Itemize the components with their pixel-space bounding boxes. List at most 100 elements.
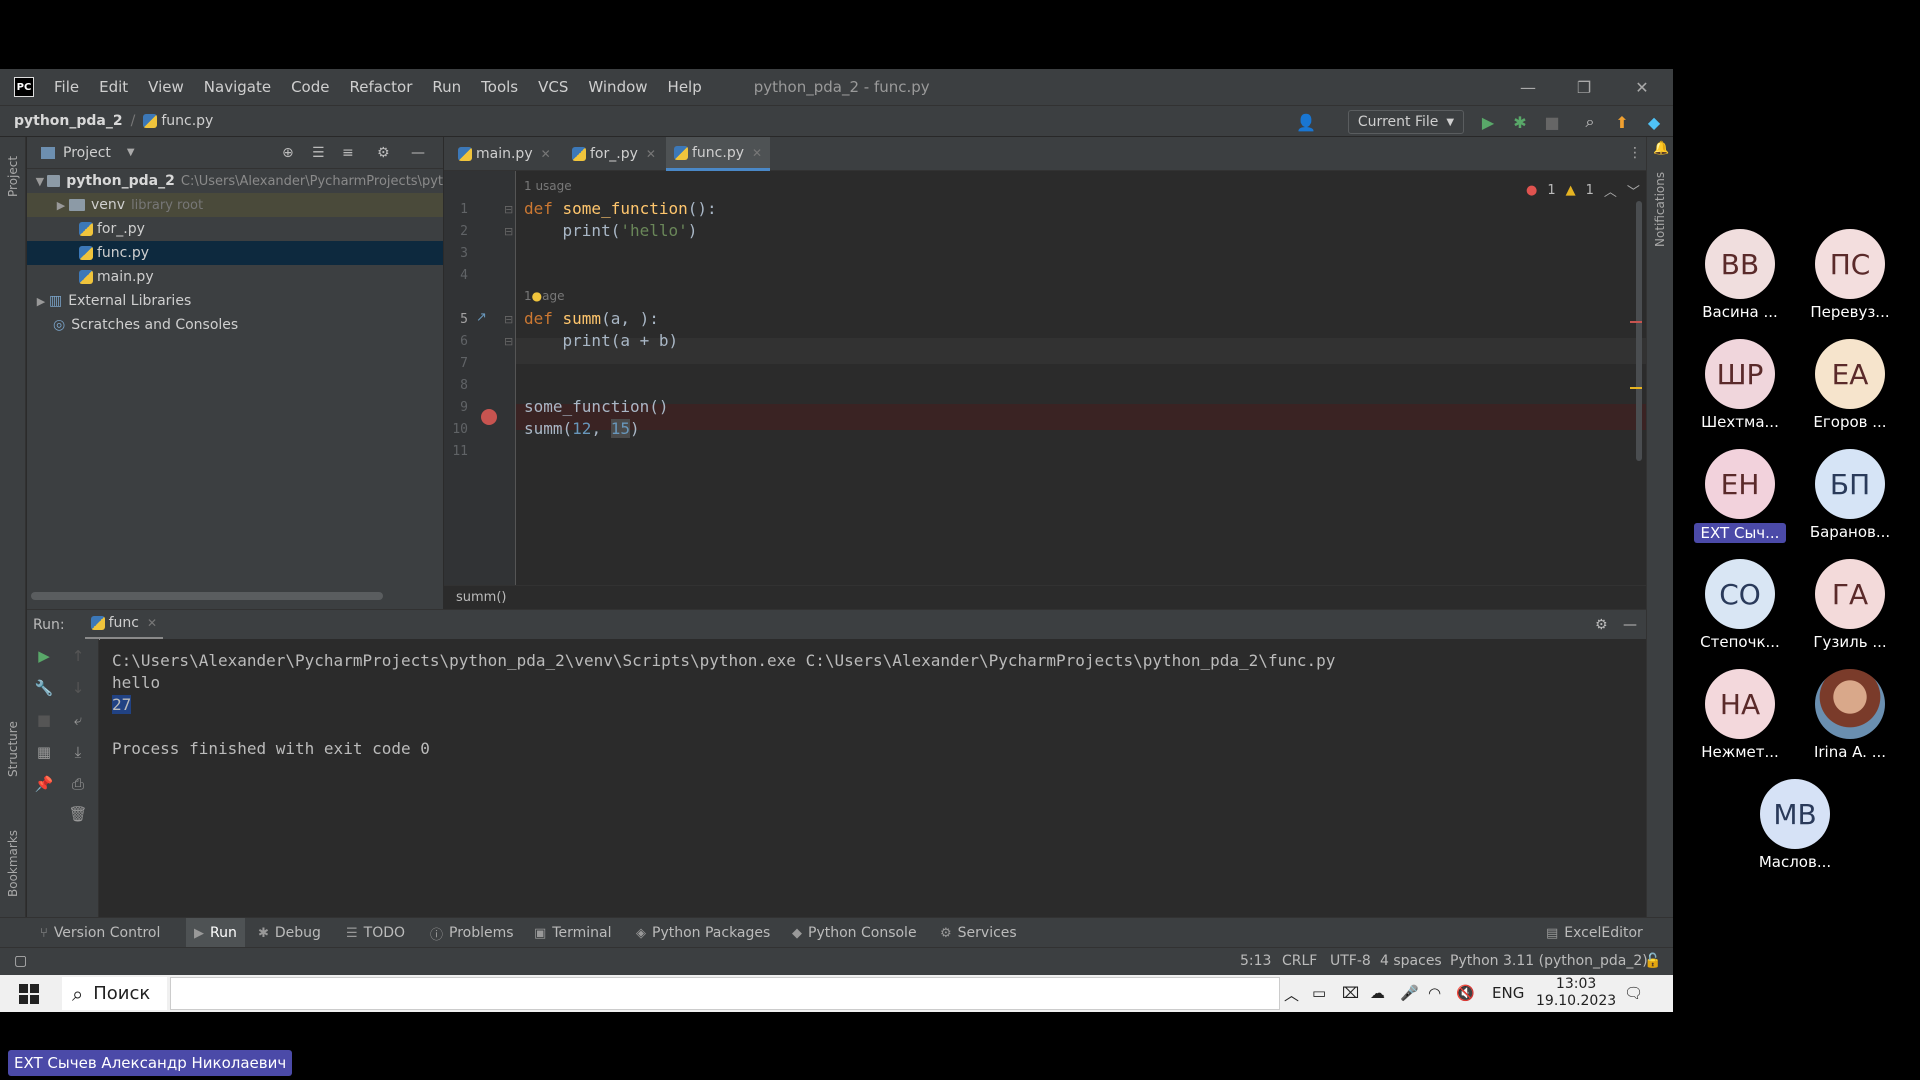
close-button[interactable]: ✕	[1614, 69, 1670, 105]
minimize-button[interactable]: —	[1500, 69, 1556, 105]
trash-icon[interactable]: 🗑	[68, 805, 87, 823]
gear-icon[interactable]: ⚙	[1595, 617, 1608, 633]
scroll-up-icon[interactable]: ↑	[69, 647, 87, 665]
plugin-icon[interactable]: ◆	[1644, 112, 1664, 132]
menu-code[interactable]: Code	[291, 78, 329, 96]
hide-panel-icon[interactable]: —	[411, 145, 425, 161]
run-icon[interactable]: ▶	[1478, 112, 1498, 132]
run-console-output[interactable]: C:\Users\Alexander\PycharmProjects\pytho…	[100, 639, 1646, 917]
scroll-to-end-icon[interactable]: ⤓	[69, 743, 87, 761]
speaker-muted-icon[interactable]: 🔇	[1456, 984, 1475, 1002]
participant-tile[interactable]: МВ Маслов...	[1747, 779, 1843, 871]
stop-icon[interactable]: ■	[1542, 112, 1562, 132]
menu-help[interactable]: Help	[668, 78, 702, 96]
editor-breadcrumb[interactable]: summ()	[444, 585, 1646, 609]
taskbar-search-input[interactable]	[170, 977, 1280, 1010]
stop-icon[interactable]: ■	[35, 711, 53, 729]
locate-icon[interactable]: ⊕	[282, 145, 294, 161]
participant-tile[interactable]: БП Баранов...	[1802, 449, 1898, 541]
usage-hint[interactable]: 1 usage	[524, 179, 572, 193]
tab-func-py[interactable]: func.py ✕	[666, 137, 771, 171]
fold-icon[interactable]: ⊟	[504, 313, 513, 326]
debug-icon[interactable]: ✱	[1510, 112, 1530, 132]
expand-all-icon[interactable]: ☰	[312, 145, 325, 161]
print-icon[interactable]: ⎙	[69, 775, 87, 793]
update-icon[interactable]: ⬆	[1612, 112, 1632, 132]
fold-icon[interactable]: ⊟	[504, 225, 513, 238]
tree-item-func-py[interactable]: func.py	[27, 241, 443, 265]
rerun-icon[interactable]: ▶	[35, 647, 53, 665]
project-tool-tab[interactable]: Project	[6, 156, 20, 197]
pin-icon[interactable]: 📌	[35, 775, 54, 793]
menu-run[interactable]: Run	[432, 78, 461, 96]
menu-view[interactable]: View	[148, 78, 184, 96]
soft-wrap-icon[interactable]: ⤶	[69, 711, 87, 729]
participant-tile[interactable]: ЕА Егоров ...	[1802, 339, 1898, 431]
usb-icon[interactable]: ⌧	[1342, 984, 1359, 1002]
search-icon[interactable]: ⌕	[1580, 112, 1600, 132]
wifi-icon[interactable]: ◠	[1428, 984, 1441, 1002]
tool-tab-run[interactable]: ▶ Run	[186, 918, 245, 948]
participant-tile[interactable]: ЕН EXT Сыч...	[1692, 449, 1788, 543]
tree-item-scratches[interactable]: ◎ Scratches and Consoles	[27, 313, 443, 337]
structure-tool-tab[interactable]: Structure	[6, 721, 20, 777]
fold-icon[interactable]: ⊟	[504, 203, 513, 216]
tool-tab-excel-editor[interactable]: ▤ ExcelEditor	[1546, 918, 1643, 948]
gear-icon[interactable]: ⚙	[377, 145, 390, 161]
line-separator[interactable]: CRLF	[1282, 953, 1317, 969]
participant-tile[interactable]: ШР Шехтма...	[1692, 339, 1788, 431]
chevron-up-icon[interactable]: ︿	[1284, 984, 1299, 1005]
run-configuration-select[interactable]: Current File ▼	[1348, 110, 1464, 134]
tool-tab-debug[interactable]: ✱ Debug	[258, 918, 321, 948]
toggle-tool-windows-icon[interactable]: ▢	[14, 953, 27, 969]
caret-position[interactable]: 5:13	[1240, 953, 1271, 969]
breadcrumb-file[interactable]: func.py	[161, 113, 213, 129]
inspection-widget[interactable]: ● 1 ▲ 1 ︿ ﹀	[1526, 181, 1640, 200]
file-encoding[interactable]: UTF-8	[1330, 953, 1371, 969]
menu-refactor[interactable]: Refactor	[349, 78, 412, 96]
participant-tile[interactable]: ПС Перевуз...	[1802, 229, 1898, 321]
notification-center-icon[interactable]: 🗨	[1624, 984, 1643, 1002]
tool-tab-python-packages[interactable]: ◈ Python Packages	[636, 918, 770, 948]
indentation[interactable]: 4 spaces	[1380, 953, 1442, 969]
tool-tab-terminal[interactable]: ▣ Terminal	[534, 918, 611, 948]
error-stripe-mark[interactable]	[1630, 321, 1642, 323]
more-options-icon[interactable]: ⋮	[1628, 145, 1642, 161]
clock[interactable]: 13:03 19.10.2023	[1536, 976, 1616, 1010]
horizontal-scrollbar[interactable]	[31, 592, 383, 600]
chevron-right-icon[interactable]: ▶	[33, 295, 49, 308]
participant-tile[interactable]: НА Нежмет...	[1692, 669, 1788, 761]
close-icon[interactable]: ✕	[752, 146, 762, 160]
warning-stripe-mark[interactable]	[1630, 387, 1642, 389]
tab-main-py[interactable]: main.py ✕	[450, 137, 559, 171]
device-icon[interactable]: ▭	[1312, 984, 1326, 1002]
language-indicator[interactable]: ENG	[1492, 984, 1524, 1002]
close-icon[interactable]: ✕	[541, 147, 551, 161]
participant-tile[interactable]: СО Степочк...	[1692, 559, 1788, 651]
vertical-scrollbar[interactable]	[1636, 201, 1642, 461]
wrench-icon[interactable]: 🔧	[35, 679, 54, 697]
bell-icon[interactable]: 🔔	[1653, 141, 1669, 156]
override-gutter-icon[interactable]: ↗	[476, 310, 487, 325]
lock-icon[interactable]: 🔓	[1644, 953, 1661, 969]
restore-button[interactable]: ❐	[1556, 69, 1612, 105]
breadcrumb-project[interactable]: python_pda_2	[14, 113, 123, 129]
chevron-right-icon[interactable]: ▶	[53, 199, 69, 212]
fold-icon[interactable]: ⊟	[504, 335, 513, 348]
cloud-icon[interactable]: ☁	[1370, 984, 1385, 1002]
close-icon[interactable]: ✕	[646, 147, 656, 161]
menu-window[interactable]: Window	[588, 78, 647, 96]
chevron-down-icon[interactable]: ﹀	[1627, 181, 1640, 200]
lightbulb-icon[interactable]: ●	[532, 289, 542, 303]
tree-item-venv[interactable]: ▶ venv library root	[27, 193, 443, 217]
scroll-down-icon[interactable]: ↓	[69, 679, 87, 697]
chevron-down-icon[interactable]: ▼	[33, 175, 47, 188]
tab-for-py[interactable]: for_.py ✕	[564, 137, 664, 171]
tool-tab-todo[interactable]: ☰ TODO	[346, 918, 405, 948]
project-view-select[interactable]: Project	[63, 145, 111, 161]
hide-panel-icon[interactable]: —	[1623, 617, 1637, 633]
notifications-tool-tab[interactable]: Notifications	[1653, 172, 1667, 247]
chevron-up-icon[interactable]: ︿	[1604, 181, 1617, 200]
participant-tile[interactable]: ВВ Васина ...	[1692, 229, 1788, 321]
python-interpreter[interactable]: Python 3.11 (python_pda_2)	[1450, 953, 1648, 969]
